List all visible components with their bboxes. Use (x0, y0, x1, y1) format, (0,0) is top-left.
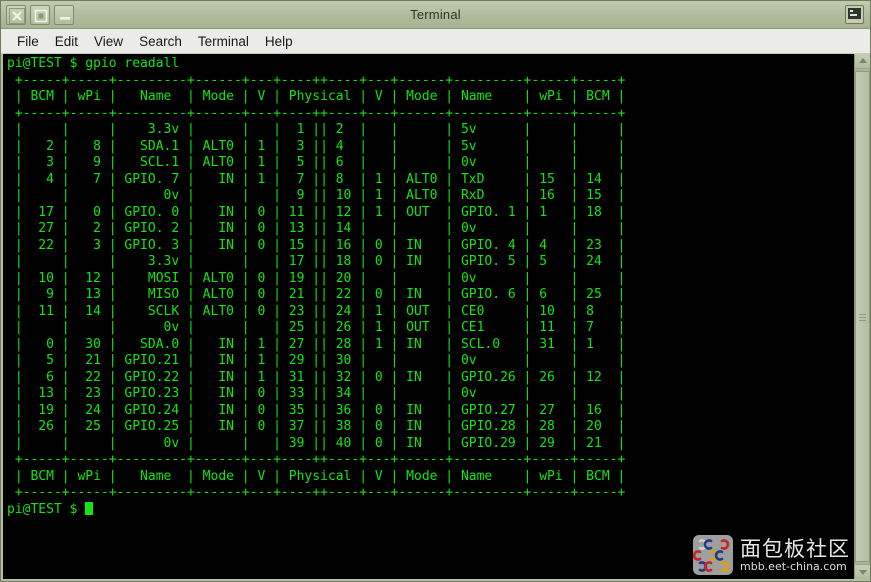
terminal-scrollbar[interactable] (854, 54, 870, 579)
minimize-button[interactable] (54, 4, 74, 25)
table-row: | 4 | 7 | GPIO. 7 | IN | 1 | 7 || 8 | 1 … (7, 171, 626, 187)
table-separator: +-----+-----+---------+------+---+----++… (7, 72, 626, 88)
scrollbar-track[interactable] (855, 69, 870, 564)
window-title: Terminal (410, 7, 461, 22)
command-line: pi@TEST $ gpio readall (7, 56, 180, 71)
terminal-body: pi@TEST $ gpio readall +-----+-----+----… (1, 54, 870, 581)
table-header: | BCM | wPi | Name | Mode | V | Physical… (7, 89, 626, 104)
table-row: | | | 3.3v | | | 1 || 2 | | | 5v | | | (7, 122, 626, 137)
table-row: | 13 | 23 | GPIO.23 | IN | 0 | 33 || 34 … (7, 386, 626, 401)
table-separator: +-----+-----+---------+------+---+----++… (7, 105, 626, 121)
shell-prompt: pi@TEST $ (7, 501, 854, 519)
menu-item-edit[interactable]: Edit (47, 32, 86, 51)
table-separator: +-----+-----+---------+------+---+----++… (7, 452, 626, 467)
table-row: | 0 | 30 | SDA.0 | IN | 1 | 27 || 28 | 1… (7, 336, 626, 352)
table-row: | 6 | 22 | GPIO.22 | IN | 1 | 31 || 32 |… (7, 369, 626, 385)
menu-item-help[interactable]: Help (257, 32, 301, 51)
table-row: | 10 | 12 | MOSI | ALT0 | 0 | 19 || 20 |… (7, 270, 626, 286)
maximize-button[interactable] (30, 4, 50, 25)
title-bar: Terminal (1, 1, 870, 29)
table-row: | 26 | 25 | GPIO.25 | IN | 0 | 37 || 38 … (7, 419, 626, 434)
table-row: | 17 | 0 | GPIO. 0 | IN | 0 | 11 || 12 |… (7, 204, 626, 220)
menu-item-view[interactable]: View (86, 32, 131, 51)
menu-item-search[interactable]: Search (131, 32, 190, 51)
menu-item-file[interactable]: File (9, 32, 47, 51)
menu-item-terminal[interactable]: Terminal (190, 32, 257, 51)
table-row: | 9 | 13 | MISO | ALT0 | 0 | 21 || 22 | … (7, 287, 626, 302)
close-button[interactable] (6, 4, 26, 25)
menu-bar: File Edit View Search Terminal Help (1, 29, 870, 54)
table-row: | | | 0v | | | 39 || 40 | 0 | IN | GPIO.… (7, 435, 626, 451)
terminal-window: Terminal File Edit View Search Terminal … (0, 0, 871, 582)
prompt-text: pi@TEST $ (7, 501, 86, 517)
scrollbar-thumb[interactable] (855, 71, 870, 562)
table-row: | 19 | 24 | GPIO.24 | IN | 0 | 35 || 36 … (7, 402, 626, 418)
scroll-up-arrow[interactable] (855, 54, 870, 69)
table-row: | 2 | 8 | SDA.1 | ALT0 | 1 | 3 || 4 | | … (7, 138, 626, 154)
table-header: | BCM | wPi | Name | Mode | V | Physical… (7, 468, 626, 484)
table-row: | | | 0v | | | 25 || 26 | 1 | OUT | CE1 … (7, 320, 626, 335)
table-row: | 5 | 21 | GPIO.21 | IN | 1 | 29 || 30 |… (7, 353, 626, 368)
table-row: | 3 | 9 | SCL.1 | ALT0 | 1 | 5 || 6 | | … (7, 155, 626, 170)
table-separator: +-----+-----+---------+------+---+----++… (7, 485, 626, 500)
terminal-screen[interactable]: pi@TEST $ gpio readall +-----+-----+----… (3, 54, 854, 579)
table-row: | 11 | 14 | SCLK | ALT0 | 0 | 23 || 24 |… (7, 303, 626, 319)
table-row: | | | 0v | | | 9 || 10 | 1 | ALT0 | RxD … (7, 188, 626, 203)
text-cursor (85, 501, 94, 515)
terminal-icon[interactable] (845, 5, 864, 24)
scroll-down-arrow[interactable] (855, 564, 870, 579)
table-row: | 22 | 3 | GPIO. 3 | IN | 0 | 15 || 16 |… (7, 237, 626, 253)
table-row: | 27 | 2 | GPIO. 2 | IN | 0 | 13 || 14 |… (7, 221, 626, 236)
table-row: | | | 3.3v | | | 17 || 18 | 0 | IN | GPI… (7, 254, 626, 269)
